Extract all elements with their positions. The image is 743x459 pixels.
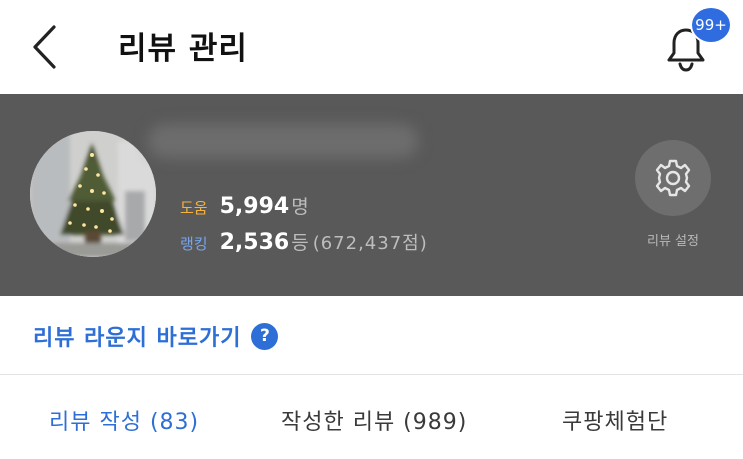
help-unit: 명 [291, 196, 309, 218]
ranking-row: 랭킹 2,536 등 (672,437점) [180, 228, 428, 255]
notification-badge: 99+ [690, 6, 732, 44]
help-label: 도움 [180, 199, 208, 217]
help-count-row: 도움 5,994 명 [180, 192, 309, 219]
review-lounge-link[interactable]: 리뷰 라운지 바로가기 ? [33, 320, 279, 352]
profile-panel: 도움 5,994 명 랭킹 2,536 등 (672,437점) 리뷰 설정 [0, 94, 743, 296]
back-chevron-icon [33, 25, 56, 69]
rank-unit: 등 [291, 232, 309, 254]
page-title: 리뷰 관리 [118, 31, 248, 67]
tab-written-reviews[interactable]: 작성한 리뷰 (989) [281, 404, 467, 436]
username-blurred [148, 124, 418, 158]
rank-label: 랭킹 [180, 235, 208, 253]
help-value: 5,994 [219, 194, 290, 219]
review-settings-button[interactable] [635, 140, 711, 216]
review-settings-label: 리뷰 설정 [647, 234, 699, 249]
question-icon[interactable]: ? [251, 322, 279, 350]
section-divider [0, 374, 743, 375]
rank-value: 2,536 [219, 230, 290, 255]
avatar[interactable] [30, 131, 156, 257]
tab-coupang-trial[interactable]: 쿠팡체험단 [562, 404, 668, 436]
gear-icon [655, 159, 691, 197]
tab-write-review[interactable]: 리뷰 작성 (83) [49, 404, 199, 436]
app-header: 리뷰 관리 99+ [0, 0, 743, 94]
christmas-tree-avatar-image [30, 131, 156, 257]
review-lounge-label: 리뷰 라운지 바로가기 [33, 326, 242, 351]
back-button[interactable] [22, 22, 66, 72]
rank-points: (672,437점) [312, 233, 428, 254]
